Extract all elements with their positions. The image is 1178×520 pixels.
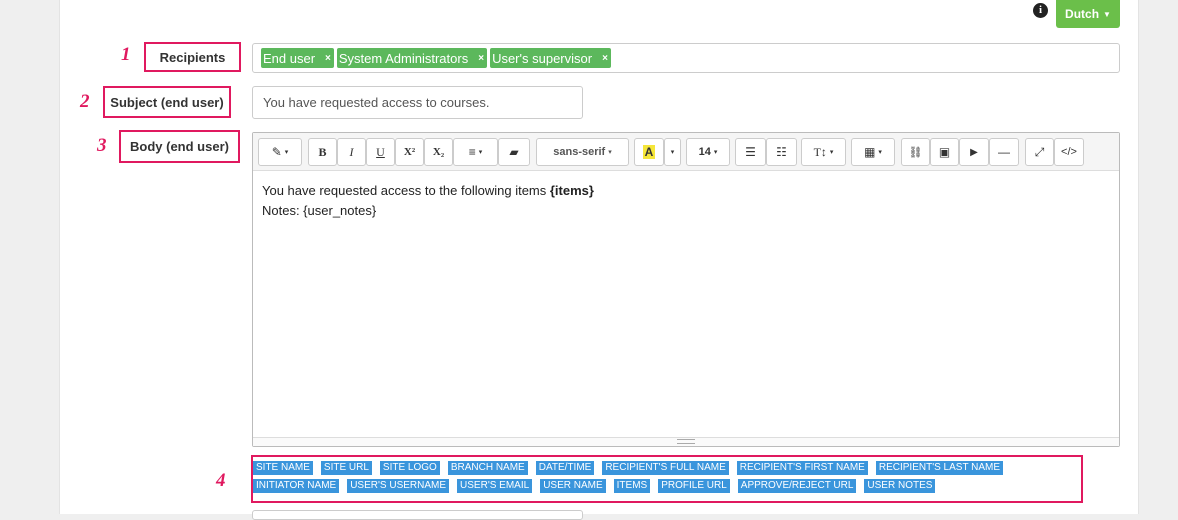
unordered-list-button[interactable]: ☰ [735, 138, 766, 166]
recipient-tag-label: User's supervisor [492, 50, 593, 66]
horizontal-rule-icon: — [998, 145, 1010, 159]
underline-button[interactable]: U [366, 138, 395, 166]
editor-line: Notes: {user_notes} [262, 203, 377, 218]
variable-chip[interactable]: INITIATOR NAME [253, 479, 340, 493]
subscript-button[interactable]: X₂ [424, 138, 453, 166]
table-icon: ▦ [864, 145, 876, 159]
code-icon: </> [1061, 146, 1077, 158]
editor-content[interactable]: You have requested access to the followi… [262, 181, 1110, 221]
align-icon: ≡ [468, 145, 476, 159]
editor-resize-bar[interactable] [253, 437, 1119, 446]
fullscreen-icon: ⤢ [1034, 144, 1045, 159]
recipients-field[interactable]: End user × System Administrators × User'… [252, 43, 1120, 73]
variable-chip[interactable]: USER NOTES [864, 479, 936, 493]
horizontal-rule-button[interactable]: — [989, 138, 1019, 166]
variable-chip[interactable]: ITEMS [613, 479, 651, 493]
editor-line: You have requested access to the followi… [262, 181, 1110, 201]
line-height-icon: T↕ [813, 144, 827, 159]
text-color-icon: A [642, 145, 656, 159]
variable-chip[interactable]: PROFILE URL [658, 479, 730, 493]
recipient-tag-label: System Administrators [338, 50, 469, 66]
text-color-dropdown[interactable]: ▾ [664, 138, 681, 166]
line-height-button[interactable]: T↕ ▾ [801, 138, 846, 166]
variable-chip[interactable]: USER NAME [540, 479, 606, 493]
next-field-input[interactable] [252, 510, 583, 520]
magic-wand-icon: ✎ [271, 145, 282, 159]
video-icon: ▶ [970, 146, 978, 158]
variable-chip[interactable]: USER'S EMAIL [457, 479, 533, 493]
recipient-tag: System Administrators × [336, 48, 488, 68]
annotation-number-2: 2 [80, 91, 90, 112]
recipient-tag: User's supervisor × [490, 48, 611, 68]
subject-input[interactable] [252, 86, 583, 119]
variable-chip[interactable]: RECIPIENT'S LAST NAME [875, 461, 1004, 475]
variable-chip[interactable]: BRANCH NAME [447, 461, 528, 475]
font-family-dropdown[interactable]: sans-serif ▾ [536, 138, 629, 166]
language-dropdown[interactable]: Dutch ▼ [1056, 0, 1120, 28]
code-view-button[interactable]: </> [1054, 138, 1084, 166]
link-icon: ⛓ [908, 146, 923, 159]
paragraph-align-button[interactable]: ≡ ▾ [453, 138, 498, 166]
unordered-list-icon: ☰ [745, 145, 756, 159]
remove-tag-icon[interactable]: × [602, 53, 608, 64]
image-icon: ▣ [938, 145, 951, 159]
recipient-tag-label: End user [263, 50, 316, 66]
font-size-value: 14 [698, 146, 711, 158]
superscript-button[interactable]: X² [395, 138, 424, 166]
italic-button[interactable]: I [337, 138, 366, 166]
rich-text-editor: ✎ ▾ B I U X² X₂ ≡ ▾ ▰ sans-serif ▾ A ▾ 14 ▾ … [252, 132, 1120, 447]
image-button[interactable]: ▣ [930, 138, 959, 166]
table-button[interactable]: ▦ ▾ [851, 138, 895, 166]
subject-label: Subject (end user) [110, 94, 224, 110]
body-text: You have requested access to the followi… [262, 183, 550, 198]
annotation-number-4: 4 [216, 470, 226, 491]
ordered-list-icon: ☷ [776, 145, 787, 159]
video-button[interactable]: ▶ [959, 138, 989, 166]
editor-toolbar: ✎ ▾ B I U X² X₂ ≡ ▾ ▰ sans-serif ▾ A ▾ 14 ▾ … [253, 133, 1119, 171]
clear-format-button[interactable]: ▰ [498, 138, 530, 166]
fullscreen-button[interactable]: ⤢ [1025, 138, 1054, 166]
variable-chip[interactable]: DATE/TIME [535, 461, 595, 475]
text-color-button[interactable]: A [634, 138, 664, 166]
chevron-down-icon: ▼ [1103, 9, 1111, 19]
variable-chip[interactable]: APPROVE/REJECT URL [737, 479, 857, 493]
info-icon[interactable]: i [1033, 3, 1048, 18]
recipients-label: Recipients [159, 49, 226, 65]
bold-button[interactable]: B [308, 138, 337, 166]
annotation-number-1: 1 [121, 44, 131, 65]
language-label: Dutch [1065, 7, 1100, 21]
template-variables: SITE NAME SITE URL SITE LOGO BRANCH NAME… [253, 461, 1073, 493]
variable-chip[interactable]: SITE NAME [253, 461, 313, 475]
variable-chip[interactable]: USER'S USERNAME [347, 479, 450, 493]
chevron-down-icon: ▾ [670, 149, 675, 156]
annotation-number-3: 3 [97, 135, 107, 156]
variable-chip[interactable]: SITE LOGO [379, 461, 440, 475]
font-family-value: sans-serif [553, 146, 606, 158]
ordered-list-button[interactable]: ☷ [766, 138, 797, 166]
recipient-tag: End user × [261, 48, 334, 68]
variable-chip[interactable]: RECIPIENT'S FULL NAME [602, 461, 729, 475]
remove-tag-icon[interactable]: × [478, 53, 484, 64]
font-size-dropdown[interactable]: 14 ▾ [686, 138, 730, 166]
eraser-icon: ▰ [509, 145, 519, 159]
magic-style-button[interactable]: ✎ ▾ [258, 138, 302, 166]
items-placeholder: {items} [549, 183, 594, 198]
remove-tag-icon[interactable]: × [325, 53, 331, 64]
link-button[interactable]: ⛓ [901, 138, 930, 166]
body-label: Body (end user) [130, 139, 229, 154]
resize-grip-icon [677, 439, 695, 444]
variable-chip[interactable]: SITE URL [320, 461, 372, 475]
variable-chip[interactable]: RECIPIENT'S FIRST NAME [736, 461, 868, 475]
